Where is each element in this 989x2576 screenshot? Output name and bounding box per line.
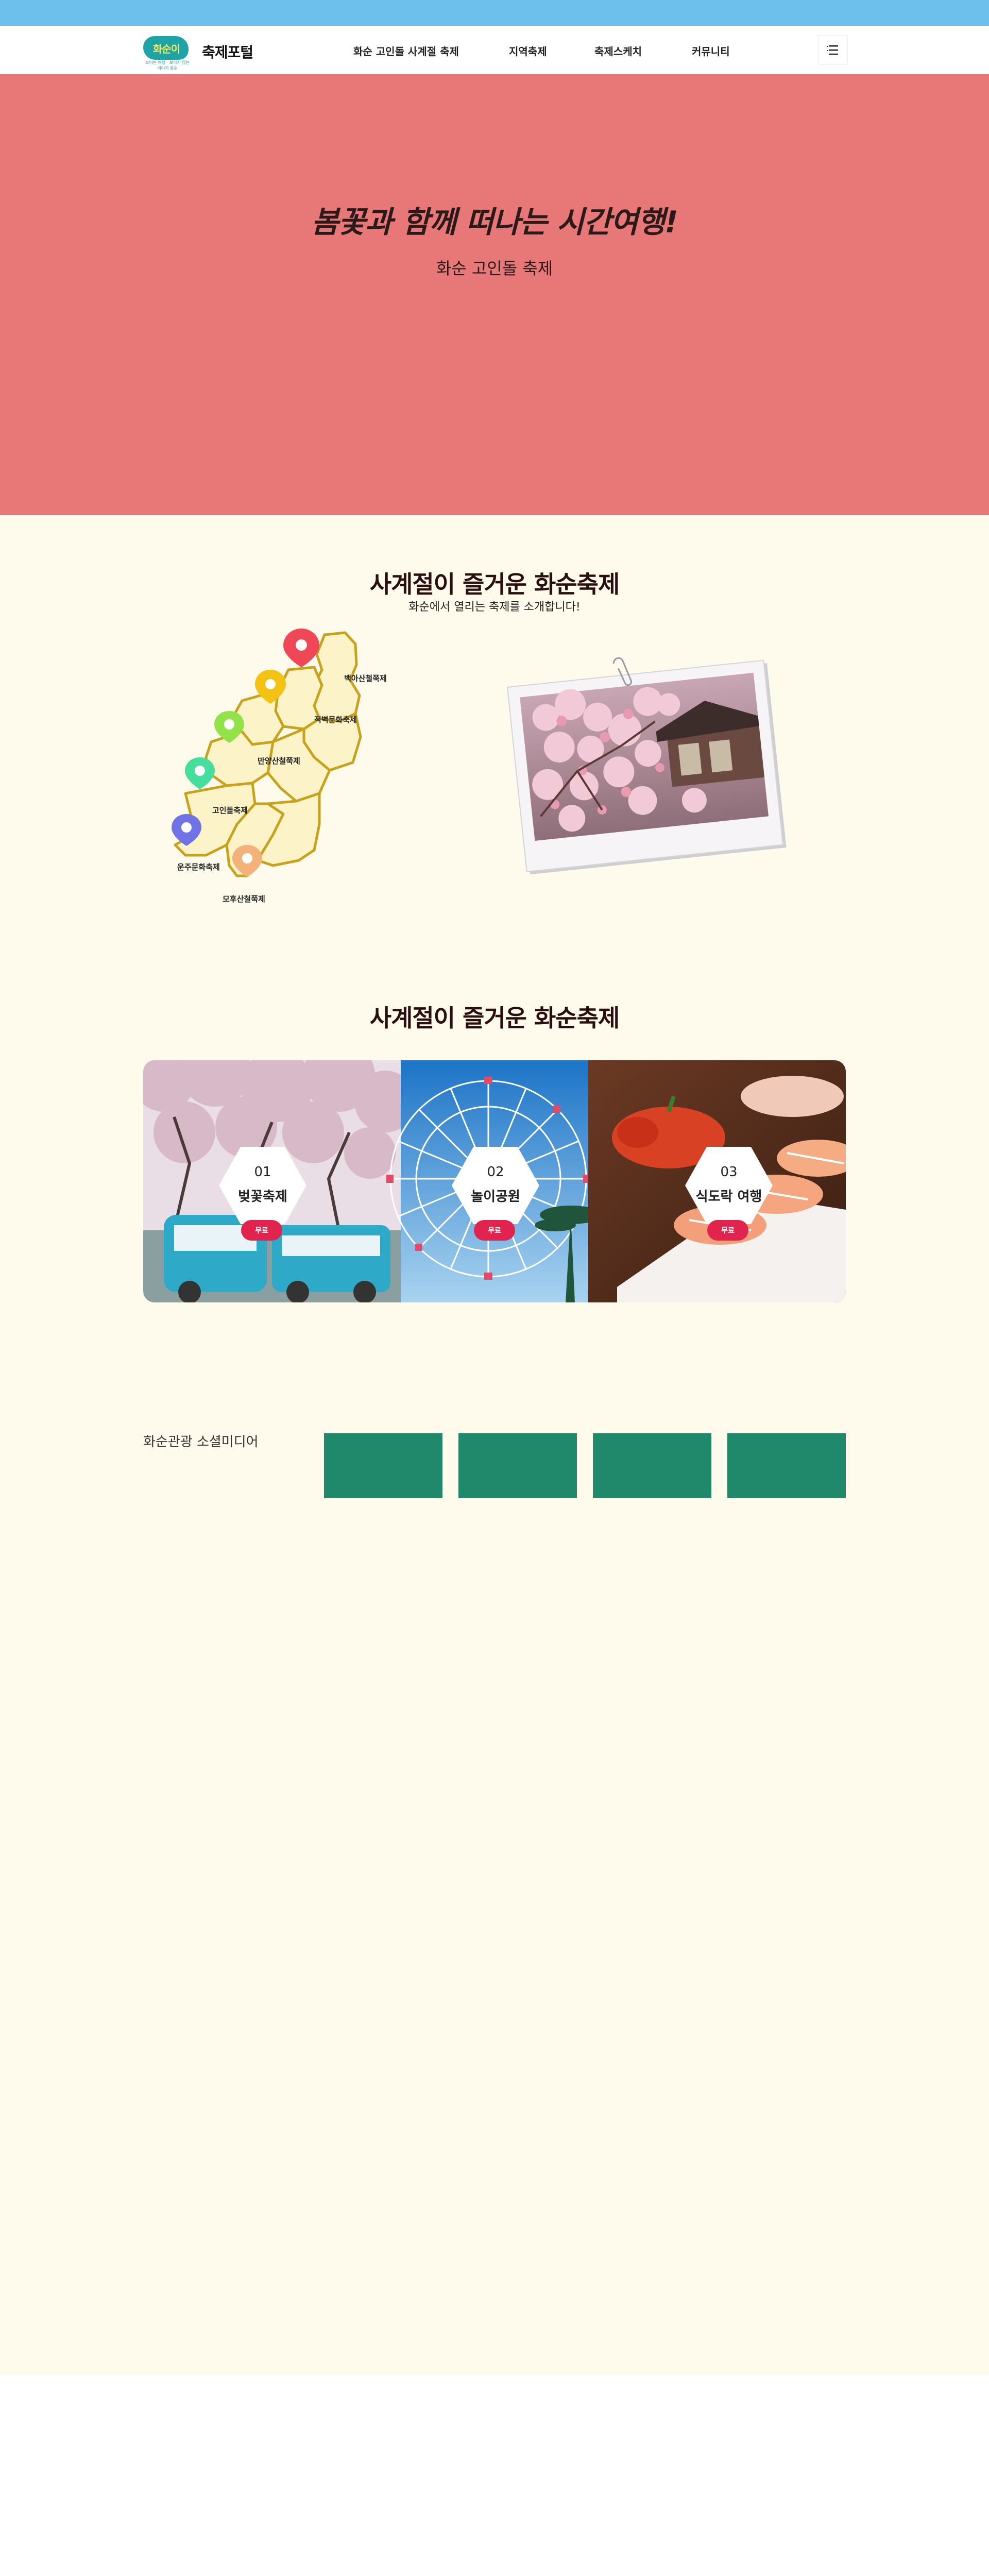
nav-item-festival[interactable]: 화순 고인돌 사계절 축제: [353, 43, 459, 58]
nav-item-community[interactable]: 커뮤니티: [692, 43, 730, 58]
program-card-amusement[interactable]: 02 놀이공원: [452, 1147, 539, 1224]
polaroid-photo: [506, 657, 787, 875]
program-card-cherry[interactable]: 01 벚꽃축제: [219, 1147, 306, 1224]
hero-subtitle: 화순 고인돌 축제: [436, 259, 553, 278]
card-label: 벚꽃축제: [238, 1189, 287, 1205]
card-number: 01: [254, 1164, 271, 1180]
card-label: 놀이공원: [471, 1189, 520, 1205]
social-tile-4[interactable]: [727, 1433, 846, 1498]
map-label-mohusan[interactable]: 모후산철쭉제: [223, 893, 265, 904]
hero-title: 봄꽃과 함께 떠나는 시간여행!: [311, 205, 678, 240]
map-label-jeokbyeok[interactable]: 적벽문화축제: [314, 714, 357, 725]
social-tile-3[interactable]: [593, 1433, 711, 1498]
festival-map: 백아산철쭉제 적벽문화축제 만양산철쭉제 고인돌축제 운주문화축제 모후산철쭉제: [165, 629, 422, 938]
logo-text: 화순이: [152, 43, 180, 55]
intro-subtitle: 화순에서 열리는 축제를 소개합니다!: [408, 601, 581, 614]
top-bar: [0, 0, 989, 26]
social-media-label: 화순관광 소셜미디어: [143, 1434, 259, 1450]
map-label-baegasan[interactable]: 백아산철쭉제: [344, 673, 387, 684]
site-title[interactable]: 축제포털: [202, 41, 253, 62]
nav-item-local-festival[interactable]: 지역축제: [509, 43, 547, 58]
program-title: 사계절이 즐거운 화순축제: [369, 1004, 620, 1032]
featured-photo: [505, 650, 793, 877]
card-free-badge[interactable]: 무료: [707, 1220, 748, 1241]
social-tile-1[interactable]: [324, 1433, 442, 1498]
intro-title: 사계절이 즐거운 화순축제: [369, 570, 620, 598]
hexagon-shape: [219, 1147, 306, 1224]
map-label-goindol[interactable]: 고인돌축제: [212, 805, 248, 816]
social-tile-2[interactable]: [458, 1433, 577, 1498]
program-card-food[interactable]: 03 식도락 여행: [685, 1147, 773, 1224]
logo-subtext: 보이는 여행 · 보이지 않는 이야기 화순: [145, 60, 190, 71]
map-label-manyangsan[interactable]: 만양산철쭉제: [258, 755, 300, 766]
menu-button[interactable]: [818, 35, 848, 65]
card-free-badge[interactable]: 무료: [474, 1220, 515, 1241]
card-free-badge[interactable]: 무료: [241, 1220, 282, 1241]
card-label: 식도락 여행: [695, 1189, 762, 1205]
hexagon-shape: [685, 1147, 773, 1224]
card-number: 02: [487, 1164, 504, 1180]
nav-item-festival-sketch[interactable]: 축제스케치: [594, 43, 642, 58]
card-number: 03: [720, 1164, 738, 1180]
site-header: 화순이 보이는 여행 · 보이지 않는 이야기 화순 축제포털 화순 고인돌 사…: [0, 26, 989, 74]
map-label-unju[interactable]: 운주문화축제: [177, 861, 220, 872]
hexagon-shape: [452, 1147, 539, 1224]
festival-program-cards: 01 벚꽃축제 무료 02 놀이공원 무료 03 식도락 여행 무료: [143, 1060, 846, 1302]
hero-banner: 봄꽃과 함께 떠나는 시간여행! 화순 고인돌 축제: [0, 74, 989, 515]
site-logo[interactable]: 화순이 보이는 여행 · 보이지 않는 이야기 화순: [143, 36, 192, 71]
hamburger-icon: [827, 45, 838, 55]
